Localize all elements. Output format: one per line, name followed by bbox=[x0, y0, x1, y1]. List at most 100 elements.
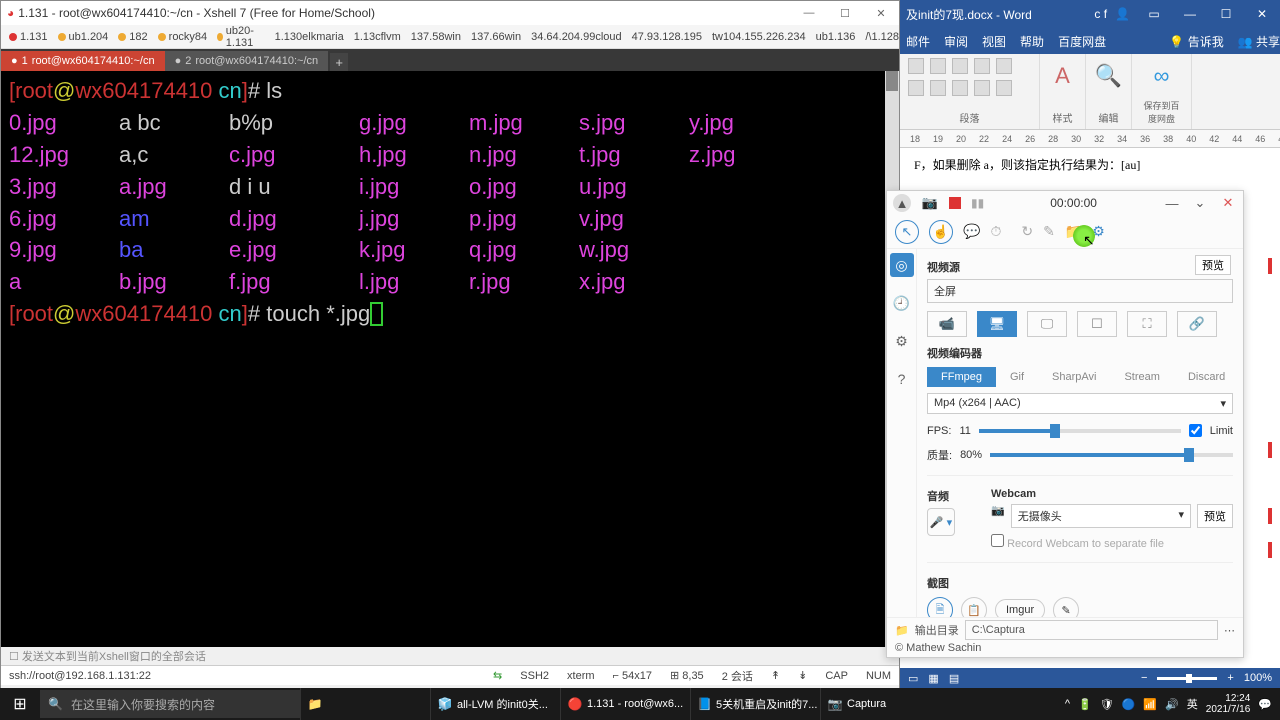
sidebar-recent[interactable]: 🕘 bbox=[890, 291, 914, 315]
change-marker[interactable] bbox=[1268, 442, 1272, 458]
taskbar-app[interactable]: 🧊all-LVM 的init0关... bbox=[430, 688, 560, 720]
close-button[interactable]: ✕ bbox=[1219, 194, 1237, 212]
align-icon[interactable] bbox=[908, 80, 924, 96]
output-dir-input[interactable]: C:\Captura bbox=[965, 620, 1218, 640]
sidebar-help[interactable]: ? bbox=[890, 367, 914, 391]
src-camera-icon[interactable]: 📹 bbox=[927, 311, 967, 337]
change-marker[interactable] bbox=[1268, 542, 1272, 558]
folder-icon[interactable]: 📁 bbox=[895, 624, 909, 637]
source-input[interactable]: 全屏 bbox=[927, 279, 1233, 303]
ribbon-options-button[interactable]: ▭ bbox=[1136, 0, 1172, 28]
ribbon-tab[interactable]: 帮助 bbox=[1020, 33, 1044, 50]
battery-icon[interactable]: 🔋 bbox=[1078, 698, 1092, 711]
word-ruler[interactable]: 181920 222426 283032 343638 404244 4648 bbox=[900, 130, 1280, 148]
ribbon-tab[interactable]: 视图 bbox=[982, 33, 1006, 50]
disk-preset-icon[interactable]: 🗎 bbox=[927, 597, 953, 617]
collapse-icon[interactable]: ▲ bbox=[893, 194, 911, 212]
sidebar-main[interactable]: ◎ bbox=[890, 253, 914, 277]
terminal[interactable]: [root@wx604174410 cn]# ls 0.jpga bcb%pg.… bbox=[1, 71, 899, 647]
close-button[interactable]: ✕ bbox=[1244, 0, 1280, 28]
src-region-icon[interactable]: ⛶ bbox=[1127, 311, 1167, 337]
sidebar-settings[interactable]: ⚙ bbox=[890, 329, 914, 353]
notification-icon[interactable]: 💬 bbox=[1258, 698, 1272, 711]
src-monitor-icon[interactable]: 🖵 bbox=[1027, 311, 1067, 337]
ribbon-tab[interactable]: 邮件 bbox=[906, 33, 930, 50]
start-button[interactable]: ⊞ bbox=[0, 688, 40, 720]
mic-button[interactable]: 🎤 ▾ bbox=[927, 508, 955, 536]
keystroke-icon[interactable]: 💬 bbox=[963, 223, 980, 240]
record-sep-checkbox[interactable] bbox=[991, 534, 1004, 547]
taskbar-app[interactable]: 📁 bbox=[300, 688, 430, 720]
list-icon[interactable] bbox=[908, 58, 924, 74]
expand-button[interactable]: ⌄ bbox=[1191, 194, 1209, 212]
zoom-in-button[interactable]: + bbox=[1227, 672, 1233, 684]
word-titlebar[interactable]: 及init的7现.docx - Word c f 👤 ▭ — ☐ ✕ bbox=[900, 0, 1280, 28]
clock[interactable]: 12:242021/7/16 bbox=[1206, 693, 1251, 715]
timer-icon[interactable]: ⏱ bbox=[990, 223, 1001, 240]
maximize-button[interactable]: ☐ bbox=[827, 1, 863, 25]
tray-icon[interactable]: 🔵 bbox=[1122, 698, 1136, 711]
taskbar-app[interactable]: 📷Captura bbox=[820, 688, 950, 720]
align-icon[interactable] bbox=[974, 80, 990, 96]
terminal-tab-1[interactable]: ● 1 root@wx604174410:~/cn bbox=[1, 51, 165, 71]
minimize-button[interactable]: — bbox=[1172, 0, 1208, 28]
sort-icon[interactable] bbox=[996, 80, 1012, 96]
taskbar-search[interactable]: 🔍 在这里输入你要搜索的内容 bbox=[40, 690, 300, 718]
new-tab-button[interactable]: + bbox=[330, 53, 348, 71]
src-window-icon[interactable]: ☐ bbox=[1077, 311, 1117, 337]
indent-icon[interactable] bbox=[996, 58, 1012, 74]
zoom-out-button[interactable]: − bbox=[1141, 672, 1147, 684]
pencil-icon[interactable]: ✎ bbox=[1043, 223, 1055, 240]
close-button[interactable]: ✕ bbox=[863, 1, 899, 25]
taskbar-app[interactable]: 🔴1.131 - root@wx6... bbox=[560, 688, 690, 720]
baidu-save-icon[interactable]: ∞ bbox=[1144, 58, 1180, 94]
encoder-tab[interactable]: Stream bbox=[1110, 367, 1173, 387]
xshell-broadcast-bar[interactable]: ☐ 发送文本到当前Xshell窗口的全部会话 bbox=[1, 647, 899, 665]
system-tray[interactable]: ^ 🔋 🛡 🔵 📶 🔊 英 12:242021/7/16 💬 bbox=[1065, 693, 1280, 715]
minimize-button[interactable]: — bbox=[1163, 194, 1181, 212]
align-icon[interactable] bbox=[930, 80, 946, 96]
codec-select[interactable]: Mp4 (x264 | AAC)▾ bbox=[927, 393, 1233, 414]
share-button[interactable]: 共享 bbox=[1256, 35, 1280, 49]
snapshot-icon[interactable]: 📷 bbox=[921, 194, 939, 212]
captura-titlebar[interactable]: ▲ 📷 ▮▮ 00:00:00 — ⌄ ✕ bbox=[887, 191, 1243, 215]
encoder-tab[interactable]: FFmpeg bbox=[927, 367, 996, 387]
terminal-tab-2[interactable]: ● 2 root@wx604174410:~/cn bbox=[165, 51, 329, 71]
scrollbar-thumb[interactable] bbox=[886, 71, 898, 91]
imgur-preset[interactable]: Imgur bbox=[995, 599, 1045, 617]
doc-text[interactable]: F，如果删除 a，则该指定执行结果为：[au] bbox=[914, 156, 1266, 173]
maximize-button[interactable]: ☐ bbox=[1208, 0, 1244, 28]
refresh-icon[interactable]: ↻ bbox=[1021, 223, 1033, 240]
security-icon[interactable]: 🛡 bbox=[1100, 698, 1114, 711]
nav-up-icon[interactable]: ↟ bbox=[771, 669, 780, 682]
fps-slider[interactable] bbox=[979, 429, 1181, 433]
record-button[interactable] bbox=[949, 197, 961, 209]
webcam-preview-button[interactable]: 预览 bbox=[1197, 504, 1233, 528]
tray-overflow-icon[interactable]: ^ bbox=[1065, 698, 1070, 710]
ribbon-tab[interactable]: 审阅 bbox=[944, 33, 968, 50]
list-icon[interactable] bbox=[930, 58, 946, 74]
change-marker[interactable] bbox=[1268, 508, 1272, 524]
user-icon[interactable]: 👤 bbox=[1115, 7, 1130, 21]
align-icon[interactable] bbox=[952, 80, 968, 96]
ribbon-tab[interactable]: 百度网盘 bbox=[1058, 33, 1106, 50]
preview-button[interactable]: 预览 bbox=[1195, 255, 1231, 275]
encoder-tab[interactable]: SharpAvi bbox=[1038, 367, 1110, 387]
src-link-icon[interactable]: 🔗 bbox=[1177, 311, 1217, 337]
ime-icon[interactable]: 英 bbox=[1187, 696, 1198, 712]
find-icon[interactable]: 🔍 bbox=[1091, 58, 1127, 94]
minimize-button[interactable]: — bbox=[791, 1, 827, 25]
clipboard-preset-icon[interactable]: 📋 bbox=[961, 597, 987, 617]
webcam-select[interactable]: 无摄像头▾ bbox=[1011, 504, 1191, 528]
xshell-titlebar[interactable]: ◕ 1.131 - root@wx604174410:~/cn - Xshell… bbox=[1, 1, 899, 25]
network-icon[interactable]: 📶 bbox=[1143, 698, 1157, 711]
more-button[interactable]: ⋯ bbox=[1224, 624, 1235, 637]
taskbar-app[interactable]: 📘5关机重启及init的7... bbox=[690, 688, 820, 720]
indent-icon[interactable] bbox=[974, 58, 990, 74]
tellme[interactable]: 告诉我 bbox=[1188, 35, 1224, 49]
encoder-tab[interactable]: Gif bbox=[996, 367, 1038, 387]
change-marker[interactable] bbox=[1268, 258, 1272, 274]
styles-icon[interactable]: A bbox=[1045, 58, 1081, 94]
nav-down-icon[interactable]: ↡ bbox=[798, 669, 807, 682]
edit-preset-icon[interactable]: ✎ bbox=[1053, 597, 1079, 617]
